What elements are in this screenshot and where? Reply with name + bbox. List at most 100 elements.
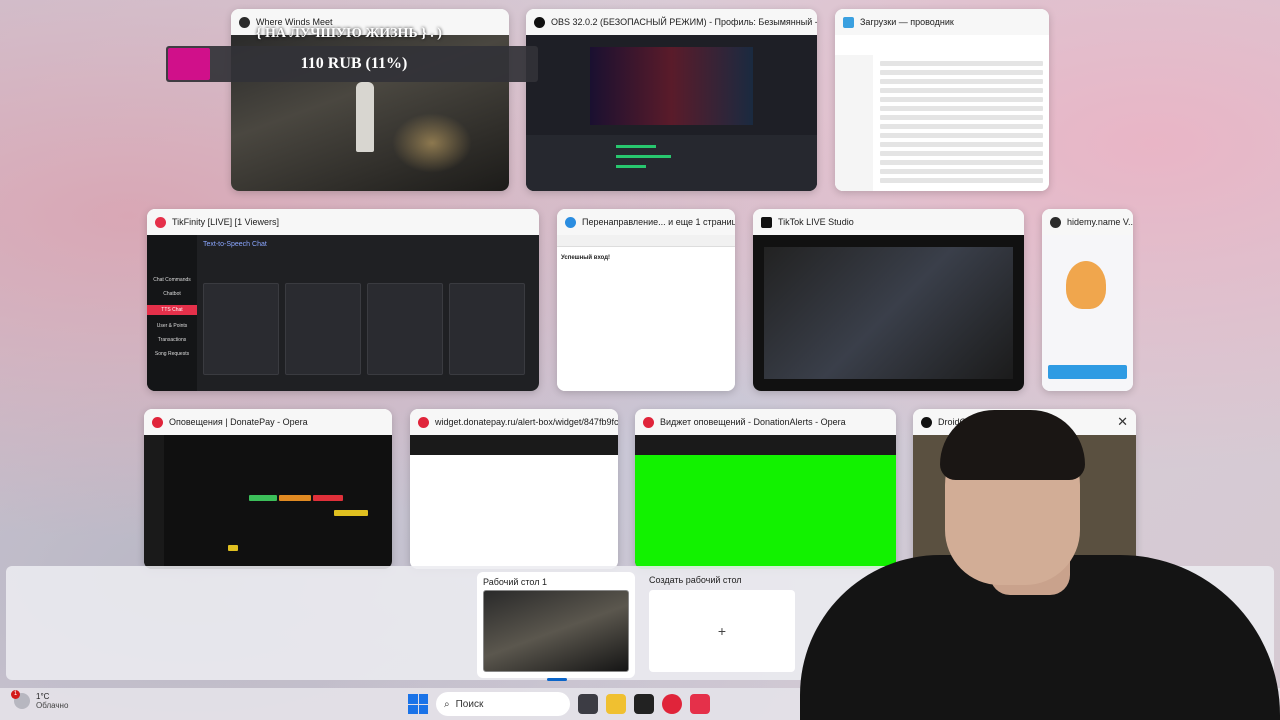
- file-row: [880, 97, 1043, 102]
- browser-address-bar: [410, 435, 618, 455]
- window-redirect[interactable]: Перенаправление... и еще 1 страница... У…: [557, 209, 735, 391]
- window-preview: [144, 435, 392, 569]
- file-explorer-icon[interactable]: [606, 694, 626, 714]
- weather-description: Облачно: [36, 701, 69, 710]
- window-titlebar[interactable]: Перенаправление... и еще 1 страница...: [557, 209, 735, 235]
- window-titlebar[interactable]: Оповещения | DonatePay - Opera: [144, 409, 392, 435]
- cloud-icon: 1: [11, 690, 30, 709]
- sidebar-item-chatbot: Chatbot: [163, 291, 181, 297]
- desktop-1-card[interactable]: Рабочий стол 1: [477, 572, 635, 681]
- file-row: [880, 151, 1043, 156]
- webcam-person-hair: [940, 410, 1085, 480]
- obs-app-icon: [534, 16, 545, 28]
- task-view-icon[interactable]: [578, 694, 598, 714]
- opera-sidebar: [144, 435, 164, 569]
- maps-pin-icon[interactable]: [634, 694, 654, 714]
- donation-goal-bar: 110 RUB (11%): [166, 46, 538, 82]
- search-icon: ⌕: [444, 698, 450, 710]
- window-title: hidemy.name V...: [1067, 217, 1133, 227]
- window-titlebar[interactable]: widget.donatepay.ru/alert-box/widget/847…: [410, 409, 618, 435]
- file-row: [880, 142, 1043, 147]
- settings-strip: [228, 545, 238, 551]
- sidebar-item-song-requests: Song Requests: [154, 351, 190, 357]
- settings-panel: [285, 283, 361, 375]
- file-row: [880, 79, 1043, 84]
- obs-scene-preview: [590, 47, 753, 126]
- settings-panel: [203, 283, 279, 375]
- file-row: [880, 70, 1043, 75]
- file-row: [880, 88, 1043, 93]
- window-titlebar[interactable]: TikTok LIVE Studio: [753, 209, 1024, 235]
- hidemy-app-icon: [1050, 216, 1061, 228]
- window-explorer-downloads[interactable]: Загрузки — проводник: [835, 9, 1049, 191]
- file-row: [880, 61, 1043, 66]
- file-row: [880, 133, 1043, 138]
- window-preview: [753, 235, 1024, 391]
- window-title: OBS 32.0.2 (БЕЗОПАСНЫЙ РЕЖИМ) - Профиль:…: [551, 17, 817, 27]
- window-titlebar[interactable]: hidemy.name V...: [1042, 209, 1133, 235]
- desktop-1-thumbnail[interactable]: [483, 590, 629, 672]
- success-heading: Успешный вход!: [561, 255, 611, 261]
- window-preview: Успешный вход!: [557, 235, 735, 391]
- taskbar-search[interactable]: ⌕ Поиск: [436, 692, 570, 716]
- live-preview: [763, 247, 1014, 379]
- window-tikfinity[interactable]: TikFinity [LIVE] [1 Viewers] Chat Comman…: [147, 209, 539, 391]
- game-app-icon: [239, 16, 250, 28]
- settings-strip: [279, 495, 311, 501]
- cat-mascot-icon: [1066, 261, 1106, 309]
- window-hidemy[interactable]: hidemy.name V...: [1042, 209, 1133, 391]
- window-preview: Chat Commands Chatbot TTS Chat User & Po…: [147, 235, 539, 391]
- window-title: widget.donatepay.ru/alert-box/widget/847…: [435, 417, 618, 427]
- audio-meter: [616, 144, 656, 148]
- window-donatepay[interactable]: Оповещения | DonatePay - Opera: [144, 409, 392, 569]
- window-titlebar[interactable]: Загрузки — проводник: [835, 9, 1049, 35]
- audio-meter: [616, 164, 646, 168]
- settings-panel: [367, 283, 443, 375]
- opera-icon: [418, 416, 429, 428]
- window-titlebar[interactable]: TikFinity [LIVE] [1 Viewers]: [147, 209, 539, 235]
- window-obs[interactable]: OBS 32.0.2 (БЕЗОПАСНЫЙ РЕЖИМ) - Профиль:…: [526, 9, 817, 191]
- settings-strip: [313, 495, 343, 501]
- window-title: TikFinity [LIVE] [1 Viewers]: [172, 217, 280, 227]
- browser-toolbar: [557, 235, 735, 247]
- edge-browser-icon: [565, 216, 576, 228]
- window-title: Загрузки — проводник: [860, 17, 954, 27]
- active-desktop-indicator: [547, 678, 567, 681]
- new-desktop-label: Создать рабочий стол: [649, 575, 742, 585]
- scene-light: [392, 113, 473, 173]
- donation-progress-fill: [168, 48, 210, 80]
- opera-icon: [643, 416, 654, 428]
- opera-taskbar-icon[interactable]: [662, 694, 682, 714]
- taskbar-apps: ⌕ Поиск: [408, 692, 710, 716]
- file-row: [880, 106, 1043, 111]
- game-character: [356, 81, 375, 152]
- notification-badge: 1: [11, 690, 20, 699]
- tikfinity-app-icon: [155, 216, 166, 228]
- weather-widget[interactable]: 1 1°C Облачно: [11, 690, 69, 710]
- obs-docks: [526, 134, 817, 191]
- window-preview: [835, 35, 1049, 191]
- tts-heading: Text-to-Speech Chat: [203, 241, 267, 248]
- search-placeholder: Поиск: [455, 698, 484, 710]
- window-preview: [1042, 235, 1133, 391]
- settings-strip: [249, 495, 277, 501]
- file-row: [880, 115, 1043, 120]
- settings-strip: [334, 510, 368, 516]
- desktop-1-label: Рабочий стол 1: [483, 577, 548, 587]
- plus-icon: +: [717, 623, 727, 639]
- tikfinity-sidebar: Chat Commands Chatbot TTS Chat User & Po…: [147, 235, 197, 391]
- donation-goal-title: { НА ЛУЧШУЮ ЖИЗНЬ } . ): [256, 26, 442, 41]
- folder-download-icon: [843, 16, 854, 28]
- tiktok-taskbar-icon[interactable]: [690, 694, 710, 714]
- windows-start-icon[interactable]: [408, 694, 428, 714]
- sidebar-item-user-points: User & Points: [156, 323, 188, 329]
- window-titlebar[interactable]: OBS 32.0.2 (БЕЗОПАСНЫЙ РЕЖИМ) - Профиль:…: [526, 9, 817, 35]
- tiktok-app-icon: [761, 216, 772, 228]
- sidebar-item-chat-commands: Chat Commands: [153, 277, 191, 283]
- window-tiktok-live-studio[interactable]: TikTok LIVE Studio: [753, 209, 1024, 391]
- window-preview: [410, 435, 618, 569]
- webcam-overlay: [745, 405, 1280, 720]
- connect-button: [1048, 365, 1127, 379]
- window-donatepay-widget[interactable]: widget.donatepay.ru/alert-box/widget/847…: [410, 409, 618, 569]
- explorer-nav-pane: [835, 55, 873, 191]
